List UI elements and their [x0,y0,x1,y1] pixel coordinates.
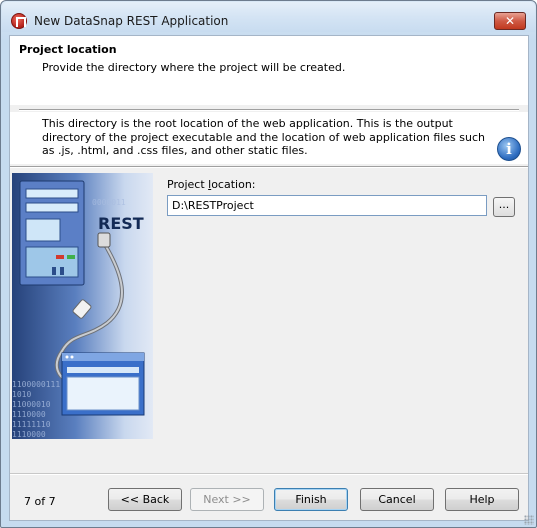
info-panel: This directory is the root location of t… [10,112,528,164]
cancel-button[interactable]: Cancel [360,488,434,511]
binary-text: 11111110 [12,420,51,429]
title-bar[interactable]: New DataSnap REST Application ✕ [2,2,535,32]
divider [19,109,519,111]
browse-button[interactable]: ... [493,197,515,217]
binary-text: 0000011 [92,198,126,207]
finish-button[interactable]: Finish [274,488,348,511]
label-text: ocation: [211,178,256,191]
app-icon [11,13,27,29]
window-title: New DataSnap REST Application [34,14,229,28]
info-text: This directory is the root location of t… [42,117,486,157]
wizard-page: Project location Provide the directory w… [9,35,529,521]
binary-text: 11000010 [12,400,51,409]
server-icon [19,180,85,286]
help-button[interactable]: Help [445,488,519,511]
page-indicator: 7 of 7 [24,495,56,508]
project-location-label: Project location: [167,178,256,191]
wizard-banner-image: 0000011 1100000111 1010 11000010 1110000… [12,173,153,439]
back-button[interactable]: << Back [108,488,182,511]
rest-label: REST [98,214,144,233]
project-location-input[interactable] [167,195,487,216]
close-button[interactable]: ✕ [494,12,526,30]
page-title: Project location [19,43,117,56]
header-panel: Project location Provide the directory w… [10,36,528,105]
next-button: Next >> [190,488,264,511]
wizard-window: New DataSnap REST Application ✕ Project … [0,0,537,528]
divider [10,166,528,168]
binary-text: 1110000 [12,430,46,439]
label-text: Project [167,178,209,191]
browser-window-icon [61,352,145,416]
binary-text: 1100000111 [12,380,60,389]
binary-text: 1110000 [12,410,46,419]
binary-text: 1010 [12,390,31,399]
resize-grip[interactable] [524,515,534,525]
page-subtitle: Provide the directory where the project … [42,61,346,74]
info-icon: i [497,137,521,161]
divider [10,473,528,475]
